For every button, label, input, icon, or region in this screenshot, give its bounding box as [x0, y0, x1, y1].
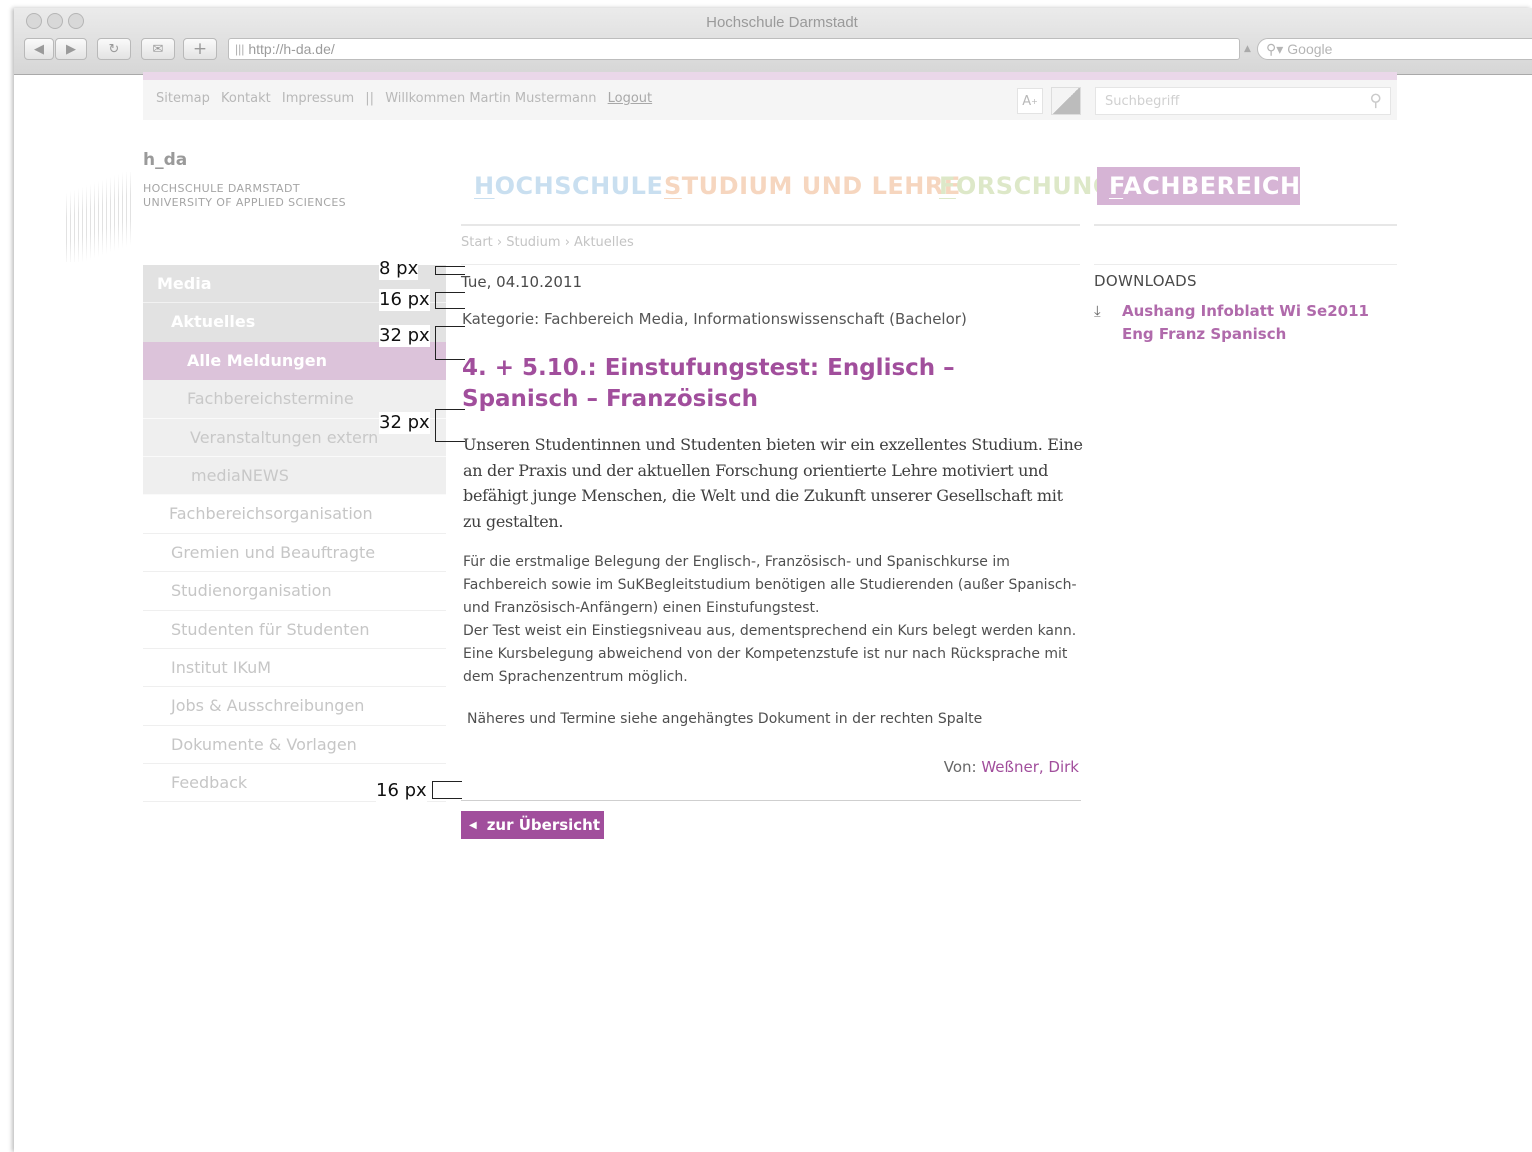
- sidebar-item-dokumente[interactable]: Dokumente & Vorlagen: [143, 725, 446, 765]
- browser-search-placeholder: Google: [1287, 41, 1333, 57]
- article-footer-divider: [461, 800, 1081, 801]
- sidebar-item-institut-ikum[interactable]: Institut IKuM: [143, 648, 446, 688]
- browser-search-field[interactable]: ⚲▾ Google: [1257, 38, 1532, 60]
- spacing-bracket-32px-a: [435, 326, 465, 360]
- sidebar-item-gremien[interactable]: Gremien und Beauftragte: [143, 533, 446, 573]
- spacing-annotation-32px-b: 32 px: [379, 412, 430, 434]
- url-dropdown-icon[interactable]: ▲: [1244, 44, 1251, 54]
- site-search-input[interactable]: Suchbegriff ⚲: [1095, 87, 1391, 115]
- back-to-overview-button[interactable]: ◀ zur Übersicht: [461, 811, 604, 839]
- nav-hochschule-initial: H: [474, 172, 495, 200]
- sidebar-item-alle-meldungen[interactable]: Alle Meldungen: [143, 341, 446, 381]
- nav-fachbereiche[interactable]: FACHBEREICHE: [1097, 167, 1317, 205]
- top-accent-bar: [143, 72, 1397, 80]
- article-lead: Unseren Studentinnen und Studenten biete…: [463, 435, 1083, 531]
- chevron-left-icon: ◀: [469, 819, 477, 831]
- back-button[interactable]: ◀: [24, 38, 54, 60]
- spacing-annotation-16px-bottom: 16 px: [376, 780, 427, 802]
- contrast-toggle-icon[interactable]: [1051, 87, 1081, 115]
- article-author: Von: Weßner, Dirk: [944, 758, 1079, 776]
- article-body-paragraph-1: Für die erstmalige Belegung der Englisch…: [463, 554, 1077, 616]
- forward-button[interactable]: ▶: [55, 38, 87, 60]
- article-body-paragraph-2: Der Test weist ein Einstiegsniveau aus, …: [463, 623, 1077, 685]
- download-icon: ⤓: [1094, 302, 1101, 320]
- author-link[interactable]: Weßner, Dirk: [981, 758, 1079, 776]
- article-headline: 4. + 5.10.: Einstufungstest: Englisch – …: [462, 355, 955, 412]
- add-bookmark-button[interactable]: +: [183, 38, 217, 60]
- logo-graphic-icon: [66, 172, 132, 262]
- spacing-annotation-16px-top: 16 px: [379, 289, 430, 311]
- nav-divider-right: [1094, 224, 1397, 226]
- sidebar-item-jobs[interactable]: Jobs & Ausschreibungen: [143, 687, 446, 726]
- font-size-label: A: [1022, 93, 1032, 109]
- sidebar-item-studienorganisation[interactable]: Studienorganisation: [143, 572, 446, 611]
- url-bar[interactable]: ||| http://h-da.de/: [228, 38, 1240, 60]
- nav-hochschule[interactable]: HOCHSCHULE: [474, 167, 663, 205]
- nav-fachbereiche-initial: F: [1109, 172, 1124, 200]
- kontakt-link[interactable]: Kontakt: [221, 91, 271, 106]
- impressum-link[interactable]: Impressum: [282, 91, 354, 106]
- plus-icon: +: [192, 39, 208, 59]
- nav-fachbereiche-label: ACHBEREICHE: [1123, 172, 1318, 200]
- bookmark-icon: ✉: [152, 41, 164, 57]
- utility-links: Sitemap Kontakt Impressum || Willkommen …: [156, 91, 659, 106]
- sidebar-item-medianews[interactable]: mediaNEWS: [143, 456, 446, 496]
- nav-forschung-initial: F: [939, 172, 956, 200]
- nav-forschung-label: ORSCHUNG: [955, 172, 1114, 200]
- back-button-label: zur Übersicht: [486, 816, 601, 834]
- window-title: Hochschule Darmstadt: [706, 14, 858, 31]
- url-text: http://h-da.de/: [248, 41, 335, 57]
- logo-line-2: UNIVERSITY OF APPLIED SCIENCES: [143, 196, 347, 209]
- logo-line-1: HOCHSCHULE DARMSTADT: [143, 182, 300, 195]
- sidebar-item-studenten-fuer-studenten[interactable]: Studenten für Studenten: [143, 610, 446, 649]
- utility-bar: Sitemap Kontakt Impressum || Willkommen …: [143, 80, 1397, 120]
- nav-studium-label: TUDIUM UND LEHRE: [681, 172, 961, 200]
- font-size-button[interactable]: A +: [1017, 88, 1043, 114]
- favicon-icon: |||: [235, 42, 245, 56]
- sitemap-link[interactable]: Sitemap: [156, 91, 210, 106]
- nav-forschung[interactable]: FORSCHUNG: [939, 167, 1113, 205]
- welcome-text: Willkommen Martin Mustermann: [385, 91, 597, 106]
- nav-studium-initial: S: [664, 172, 682, 200]
- bookmark-button[interactable]: ✉: [141, 38, 175, 60]
- article-category: Kategorie: Fachbereich Media, Informatio…: [462, 310, 967, 328]
- breadcrumb[interactable]: Start › Studium › Aktuelles: [461, 235, 634, 250]
- search-icon[interactable]: ⚲: [1370, 91, 1382, 111]
- article-date: Tue, 04.10.2011: [461, 273, 583, 291]
- site-search-placeholder: Suchbegriff: [1105, 94, 1180, 109]
- font-size-plus: +: [1031, 96, 1038, 106]
- spacing-bracket-16px-top: [435, 292, 465, 309]
- reload-icon: ↻: [108, 41, 120, 57]
- spacing-bracket-32px-b: [435, 409, 465, 442]
- browser-titlebar: Hochschule Darmstadt ◀ ▶ ↻ ✉ + ||| http:…: [14, 8, 1532, 75]
- nav-hochschule-label: OCHSCHULE: [494, 172, 664, 200]
- spacing-annotation-32px-a: 32 px: [379, 325, 430, 347]
- back-arrow-icon: ◀: [34, 41, 44, 57]
- download-link[interactable]: Aushang Infoblatt Wi Se2011 Eng Franz Sp…: [1122, 300, 1372, 346]
- spacing-bracket-16px-bottom: [432, 781, 462, 799]
- logout-link[interactable]: Logout: [608, 91, 653, 106]
- article-body: Für die erstmalige Belegung der Englisch…: [463, 551, 1083, 689]
- logo-subtitle: HOCHSCHULE DARMSTADT UNIVERSITY OF APPLI…: [143, 182, 346, 210]
- breadcrumb-divider: [461, 264, 1080, 265]
- article-note: Näheres und Termine siehe angehängtes Do…: [467, 711, 983, 727]
- downloads-heading: DOWNLOADS: [1094, 272, 1197, 290]
- breadcrumb-divider-right: [1094, 264, 1397, 265]
- search-magnifier-icon: ⚲▾: [1266, 40, 1284, 57]
- author-prefix: Von:: [943, 758, 977, 776]
- sidebar-item-fachbereichsorganisation[interactable]: Fachbereichsorganisation: [143, 495, 446, 534]
- forward-arrow-icon: ▶: [66, 41, 76, 57]
- spacing-annotation-8px: 8 px: [379, 258, 419, 280]
- logo-mark[interactable]: h_da: [143, 150, 187, 170]
- utility-separator: ||: [365, 91, 375, 106]
- nav-divider: [461, 224, 1080, 226]
- nav-studium-und-lehre[interactable]: STUDIUM UND LEHRE: [664, 167, 961, 205]
- reload-button[interactable]: ↻: [97, 38, 131, 60]
